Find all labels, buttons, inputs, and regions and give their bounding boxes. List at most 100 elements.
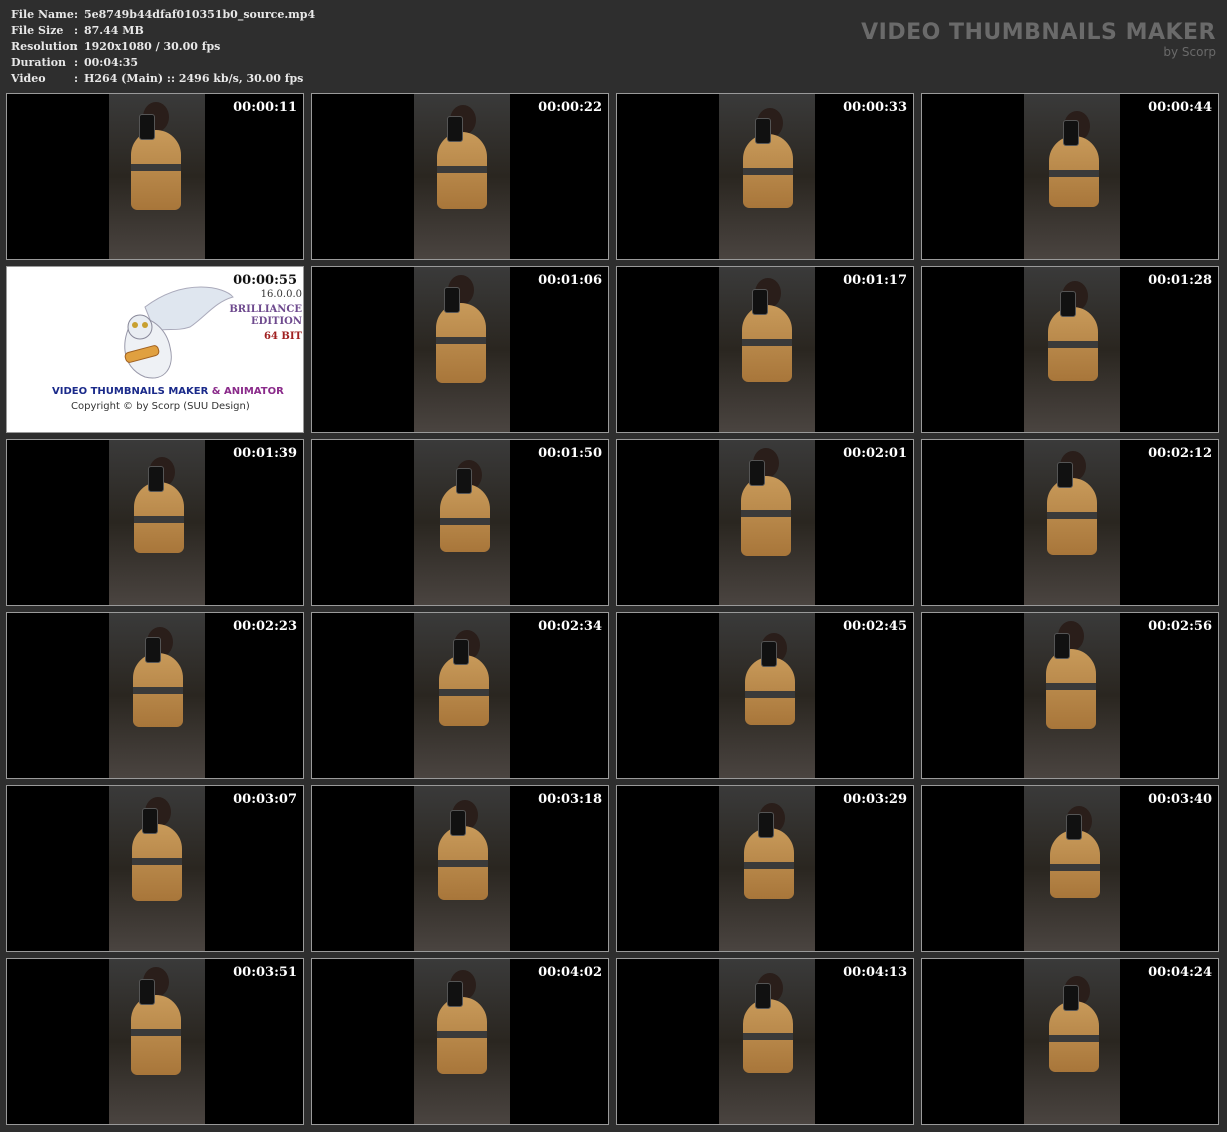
thumbnail-cell[interactable]: 00:02:34 bbox=[311, 612, 609, 779]
thumbnail-cell[interactable]: 00:01:50 bbox=[311, 439, 609, 606]
figure-phone bbox=[1057, 462, 1073, 488]
file-info-panel: File Name:5e8749b44dfaf010351b0_source.m… bbox=[11, 7, 315, 87]
thumbnail-cell[interactable]: 00:00:22 bbox=[311, 93, 609, 260]
video-frame bbox=[414, 959, 510, 1124]
video-frame bbox=[414, 94, 510, 259]
info-value: 5e8749b44dfaf010351b0_source.mp4 bbox=[84, 8, 316, 21]
figure-phone bbox=[1063, 985, 1079, 1011]
figure-phone bbox=[1060, 291, 1076, 317]
figure-phone bbox=[142, 808, 158, 834]
figure-belt bbox=[1047, 512, 1097, 519]
thumbnail-cell[interactable]: 00:03:40 bbox=[921, 785, 1219, 952]
brand-subtitle: by Scorp bbox=[1163, 45, 1216, 59]
info-sep: : bbox=[74, 40, 79, 53]
thumbnail-cell[interactable]: 00:02:56 bbox=[921, 612, 1219, 779]
figure-belt bbox=[741, 510, 791, 517]
figure-belt bbox=[438, 860, 488, 867]
info-value: 87.44 MB bbox=[84, 24, 144, 37]
figure-phone bbox=[444, 287, 460, 313]
figure-phone bbox=[145, 637, 161, 663]
video-frame bbox=[109, 613, 205, 778]
thumbnail-cell[interactable]: 00:03:07 bbox=[6, 785, 304, 952]
thumbnail-timestamp: 00:02:12 bbox=[1148, 446, 1212, 461]
video-frame bbox=[719, 959, 815, 1124]
info-value: 1920x1080 / 30.00 fps bbox=[84, 40, 221, 53]
thumbnail-cell[interactable]: 00:02:01 bbox=[616, 439, 914, 606]
splash-edition-line1: BRILLIANCE bbox=[229, 304, 302, 315]
video-frame bbox=[109, 440, 205, 605]
figure-phone bbox=[1063, 120, 1079, 146]
thumbnail-cell[interactable]: 00:04:13 bbox=[616, 958, 914, 1125]
thumbnail-cell[interactable]: 00:01:17 bbox=[616, 266, 914, 433]
info-key: Resolution bbox=[11, 40, 78, 53]
splash-bits: 64 BIT bbox=[264, 331, 302, 342]
video-frame bbox=[109, 959, 205, 1124]
figure-belt bbox=[440, 518, 490, 525]
thumbnail-timestamp: 00:02:56 bbox=[1148, 619, 1212, 634]
figure-phone bbox=[447, 116, 463, 142]
thumbnail-cell[interactable]: 00:00:11 bbox=[6, 93, 304, 260]
thumbnail-cell[interactable]: 00:03:29 bbox=[616, 785, 914, 952]
info-sep: : bbox=[74, 8, 79, 21]
figure-phone bbox=[1054, 633, 1070, 659]
splash-title-part1: VIDEO THUMBNAILS MAKER bbox=[52, 386, 209, 397]
thumbnail-cell[interactable]: 00:01:39 bbox=[6, 439, 304, 606]
thumbnail-timestamp: 00:02:45 bbox=[843, 619, 907, 634]
thumbnail-timestamp: 00:00:44 bbox=[1148, 100, 1212, 115]
figure-belt bbox=[744, 862, 794, 869]
info-row-duration: Duration:00:04:35 bbox=[11, 55, 315, 71]
video-frame bbox=[719, 613, 815, 778]
thumbnail-cell[interactable]: 00:03:18 bbox=[311, 785, 609, 952]
video-frame bbox=[719, 440, 815, 605]
thumbnail-timestamp: 00:04:24 bbox=[1148, 965, 1212, 980]
figure-phone bbox=[139, 979, 155, 1005]
thumbnail-cell[interactable]: 00:03:51 bbox=[6, 958, 304, 1125]
figure-belt bbox=[132, 858, 182, 865]
video-frame bbox=[1024, 959, 1120, 1124]
figure-phone bbox=[450, 810, 466, 836]
thumbnail-cell[interactable]: 00:01:06 bbox=[311, 266, 609, 433]
thumbnail-timestamp: 00:02:01 bbox=[843, 446, 907, 461]
figure-belt bbox=[1050, 864, 1100, 871]
thumbnail-timestamp: 00:00:22 bbox=[538, 100, 602, 115]
thumbnail-cell[interactable]: 00:00:44 bbox=[921, 93, 1219, 260]
figure-belt bbox=[742, 339, 792, 346]
figure-belt bbox=[134, 516, 184, 523]
figure-belt bbox=[1048, 341, 1098, 348]
video-frame bbox=[1024, 613, 1120, 778]
video-frame bbox=[719, 94, 815, 259]
figure-phone bbox=[761, 641, 777, 667]
figure-phone bbox=[1066, 814, 1082, 840]
thumbnail-timestamp: 00:01:50 bbox=[538, 446, 602, 461]
thumbnail-cell[interactable]: 00:02:23 bbox=[6, 612, 304, 779]
owl-logo-icon bbox=[124, 286, 234, 379]
thumbnail-timestamp: 00:00:33 bbox=[843, 100, 907, 115]
splash-title-part2: & ANIMATOR bbox=[208, 386, 284, 397]
video-frame bbox=[1024, 440, 1120, 605]
splash-version: 16.0.0.0 bbox=[260, 289, 302, 300]
info-sep: : bbox=[74, 24, 79, 37]
figure-belt bbox=[1049, 170, 1099, 177]
thumbnail-cell[interactable]: 00:02:12 bbox=[921, 439, 1219, 606]
thumbnail-cell[interactable]: 00:01:28 bbox=[921, 266, 1219, 433]
figure-phone bbox=[749, 460, 765, 486]
splash-copyright: Copyright © by Scorp (SUU Design) bbox=[71, 401, 250, 412]
info-sep: : bbox=[74, 56, 79, 69]
info-key: File Size bbox=[11, 24, 64, 37]
thumbnail-cell[interactable]: 00:00:55 16.0.0.0 BRILLIANCE EDITION 64 BIT V… bbox=[6, 266, 304, 433]
video-frame bbox=[414, 440, 510, 605]
info-sep: : bbox=[74, 72, 79, 85]
info-row-video: Video: H264 (Main) :: 2496 kb/s, 30.00 fp… bbox=[11, 71, 315, 87]
thumbnail-cell[interactable]: 00:02:45 bbox=[616, 612, 914, 779]
thumbnail-timestamp: 00:03:51 bbox=[233, 965, 297, 980]
thumbnail-cell[interactable]: 00:00:33 bbox=[616, 93, 914, 260]
video-frame bbox=[414, 786, 510, 951]
figure-belt bbox=[1046, 683, 1096, 690]
figure-belt bbox=[439, 689, 489, 696]
thumbnail-cell[interactable]: 00:04:24 bbox=[921, 958, 1219, 1125]
thumbnail-cell[interactable]: 00:04:02 bbox=[311, 958, 609, 1125]
video-frame bbox=[414, 613, 510, 778]
video-frame bbox=[414, 267, 510, 432]
thumbnail-timestamp: 00:03:40 bbox=[1148, 792, 1212, 807]
splash-title: VIDEO THUMBNAILS MAKER & ANIMATOR bbox=[52, 386, 284, 397]
